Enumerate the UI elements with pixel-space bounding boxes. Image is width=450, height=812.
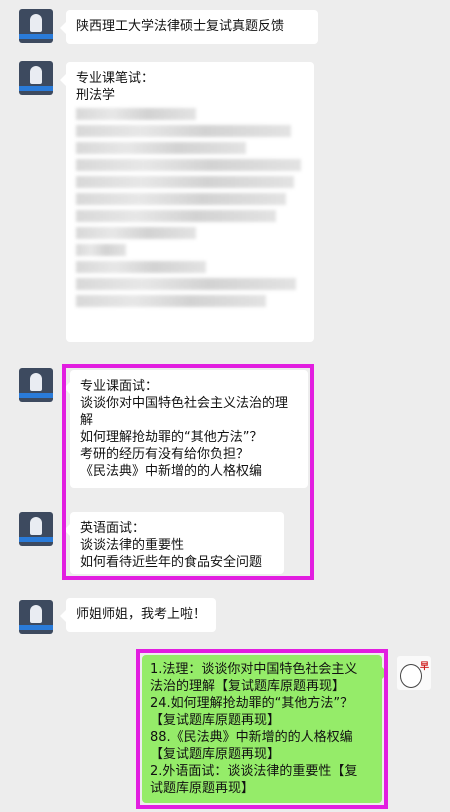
avatar[interactable] (19, 512, 53, 546)
message-bubble[interactable]: 陕西理工大学法律硕士复试真题反馈 (60, 10, 318, 44)
redacted-text (76, 125, 291, 137)
avatar[interactable] (19, 600, 53, 634)
face-icon (400, 664, 422, 688)
redacted-text (76, 278, 296, 290)
redacted-text (76, 227, 196, 239)
redacted-text (76, 193, 286, 205)
redacted-text (76, 108, 196, 120)
avatar[interactable] (19, 61, 53, 95)
highlight-frame (136, 649, 388, 809)
message-bubble[interactable]: 专业课笔试： 刑法学 (60, 62, 314, 342)
message-bubble[interactable]: 师姐师姐，我考上啦！ (60, 598, 216, 632)
avatar[interactable] (19, 368, 53, 402)
message-text: 刑法学 (76, 88, 116, 103)
avatar-self[interactable]: 早 (397, 656, 431, 690)
redacted-text (76, 261, 206, 273)
message-text: 陕西理工大学法律硕士复试真题反馈 (76, 19, 285, 34)
message-text: 师姐师姐，我考上啦！ (76, 607, 207, 622)
redacted-text (76, 159, 301, 171)
avatar[interactable] (19, 9, 53, 43)
highlight-frame (62, 364, 314, 580)
redacted-text (76, 295, 266, 307)
redacted-text (76, 210, 276, 222)
redacted-text (76, 244, 126, 256)
redacted-text (76, 176, 294, 188)
message-text: 专业课笔试： (76, 71, 155, 86)
redacted-text (76, 142, 246, 154)
avatar-tag: 早 (419, 662, 429, 672)
